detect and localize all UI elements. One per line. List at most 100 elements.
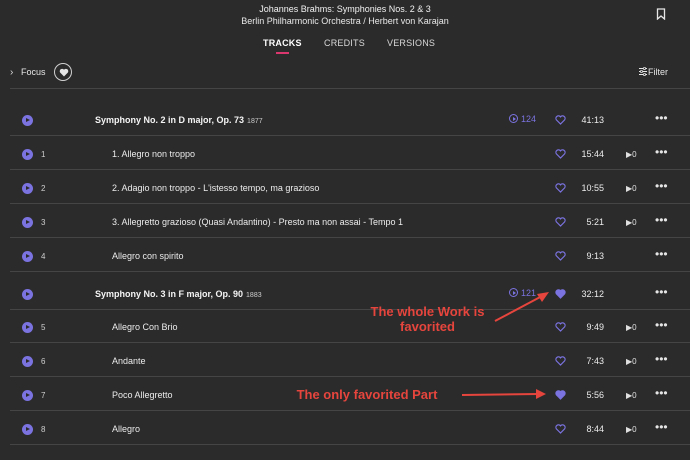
- duration: 8:44: [586, 424, 604, 434]
- track-number: 5: [41, 323, 46, 332]
- more-options-icon[interactable]: •••: [655, 318, 668, 332]
- heart-filled-icon[interactable]: [555, 289, 566, 299]
- track-title: 2. Adagio non troppo - L'istesso tempo, …: [112, 183, 320, 193]
- play-icon[interactable]: [22, 356, 33, 367]
- track-row[interactable]: 3 3. Allegretto grazioso (Quasi Andantin…: [0, 204, 690, 238]
- active-tab-indicator: [276, 52, 289, 54]
- more-options-icon[interactable]: •••: [655, 247, 668, 261]
- play-count: ▶0: [626, 391, 637, 400]
- track-title: Andante: [112, 356, 146, 366]
- track-title: Allegro: [112, 424, 141, 434]
- album-title: Johannes Brahms: Symphonies Nos. 2 & 3: [259, 4, 431, 14]
- heart-outline-icon[interactable]: [555, 217, 566, 227]
- work-year: 1883: [246, 292, 262, 299]
- heart-outline-icon[interactable]: [555, 322, 566, 332]
- divider: [10, 271, 690, 272]
- album-artist[interactable]: Berlin Philharmonic Orchestra / Herbert …: [0, 16, 690, 26]
- track-row[interactable]: 1 1. Allegro non troppo 15:44 ▶0 •••: [0, 136, 690, 170]
- duration: 32:12: [581, 289, 604, 299]
- divider: [10, 444, 690, 445]
- track-number: 7: [41, 391, 46, 400]
- work-row[interactable]: Symphony No. 2 in D major, Op. 73 1877 12…: [0, 102, 690, 136]
- versions-count[interactable]: 124: [509, 114, 536, 124]
- track-title: Allegro con spirito: [112, 251, 184, 261]
- duration: 15:44: [581, 149, 604, 159]
- annotation-arrow: [494, 292, 549, 322]
- play-icon[interactable]: [22, 390, 33, 401]
- track-number: 6: [41, 357, 46, 366]
- track-number: 4: [41, 252, 46, 261]
- more-options-icon[interactable]: •••: [655, 213, 668, 227]
- filter-icon[interactable]: [639, 67, 647, 76]
- play-icon[interactable]: [22, 183, 33, 194]
- heart-outline-icon[interactable]: [555, 356, 566, 366]
- more-options-icon[interactable]: •••: [655, 111, 668, 125]
- play-icon[interactable]: [22, 322, 33, 333]
- play-count: ▶0: [626, 184, 637, 193]
- duration: 9:13: [586, 251, 604, 261]
- play-count: ▶0: [626, 323, 637, 332]
- track-title: Poco Allegretto: [112, 390, 173, 400]
- heart-outline-icon[interactable]: [555, 183, 566, 193]
- heart-outline-icon[interactable]: [555, 424, 566, 434]
- more-options-icon[interactable]: •••: [655, 145, 668, 159]
- duration: 7:43: [586, 356, 604, 366]
- tab-credits[interactable]: CREDITS: [324, 38, 365, 48]
- filter-button[interactable]: Filter: [648, 67, 668, 77]
- versions-icon: [509, 114, 518, 123]
- tab-versions[interactable]: VERSIONS: [387, 38, 435, 48]
- track-row[interactable]: 5 Allegro Con Brio 9:49 ▶0 •••: [0, 309, 690, 343]
- more-options-icon[interactable]: •••: [655, 179, 668, 193]
- play-count: ▶0: [626, 218, 637, 227]
- play-icon[interactable]: [22, 289, 33, 300]
- duration: 9:49: [586, 322, 604, 332]
- track-row[interactable]: 8 Allegro 8:44 ▶0 •••: [0, 411, 690, 445]
- tab-tracks[interactable]: TRACKS: [263, 38, 302, 48]
- track-number: 1: [41, 150, 46, 159]
- more-options-icon[interactable]: •••: [655, 352, 668, 366]
- play-icon[interactable]: [22, 217, 33, 228]
- work-title: Symphony No. 3 in F major, Op. 90 1883: [95, 289, 262, 299]
- more-options-icon[interactable]: •••: [655, 285, 668, 299]
- track-number: 3: [41, 218, 46, 227]
- heart-filled-icon[interactable]: [555, 390, 566, 400]
- heart-icon: [59, 68, 69, 77]
- chevron-right-icon[interactable]: ›: [10, 67, 13, 78]
- work-row[interactable]: Symphony No. 3 in F major, Op. 90 1883 12…: [0, 276, 690, 310]
- play-count: ▶0: [626, 425, 637, 434]
- duration: 5:21: [586, 217, 604, 227]
- play-count: ▶0: [626, 357, 637, 366]
- duration: 5:56: [586, 390, 604, 400]
- favorite-album-button[interactable]: [54, 63, 72, 81]
- more-options-icon[interactable]: •••: [655, 386, 668, 400]
- annotation-part-favorited: The only favorited Part: [296, 387, 438, 402]
- play-icon[interactable]: [22, 251, 33, 262]
- track-row[interactable]: 6 Andante 7:43 ▶0 •••: [0, 343, 690, 377]
- divider: [10, 88, 690, 89]
- header: Johannes Brahms: Symphonies Nos. 2 & 3 B…: [0, 0, 690, 60]
- focus-toggle[interactable]: Focus: [21, 67, 46, 77]
- play-icon[interactable]: [22, 115, 33, 126]
- track-title: Allegro Con Brio: [112, 322, 178, 332]
- work-title: Symphony No. 2 in D major, Op. 73 1877: [95, 115, 263, 125]
- focus-bar: › Focus Filter: [0, 62, 690, 86]
- track-row[interactable]: 4 Allegro con spirito 9:13 •••: [0, 238, 690, 272]
- bookmark-icon[interactable]: [656, 8, 666, 20]
- heart-outline-icon[interactable]: [555, 115, 566, 125]
- track-title: 1. Allegro non troppo: [112, 149, 196, 159]
- play-icon[interactable]: [22, 424, 33, 435]
- annotation-arrow: [461, 389, 546, 399]
- play-icon[interactable]: [22, 149, 33, 160]
- play-count: ▶0: [626, 150, 637, 159]
- duration: 41:13: [581, 115, 604, 125]
- duration: 10:55: [581, 183, 604, 193]
- track-row[interactable]: 2 2. Adagio non troppo - L'istesso tempo…: [0, 170, 690, 204]
- heart-outline-icon[interactable]: [555, 251, 566, 261]
- track-number: 2: [41, 184, 46, 193]
- track-title: 3. Allegretto grazioso (Quasi Andantino)…: [112, 217, 403, 227]
- more-options-icon[interactable]: •••: [655, 420, 668, 434]
- track-number: 8: [41, 425, 46, 434]
- work-year: 1877: [247, 118, 263, 125]
- heart-outline-icon[interactable]: [555, 149, 566, 159]
- annotation-work-favorited: The whole Work is favorited: [370, 304, 485, 334]
